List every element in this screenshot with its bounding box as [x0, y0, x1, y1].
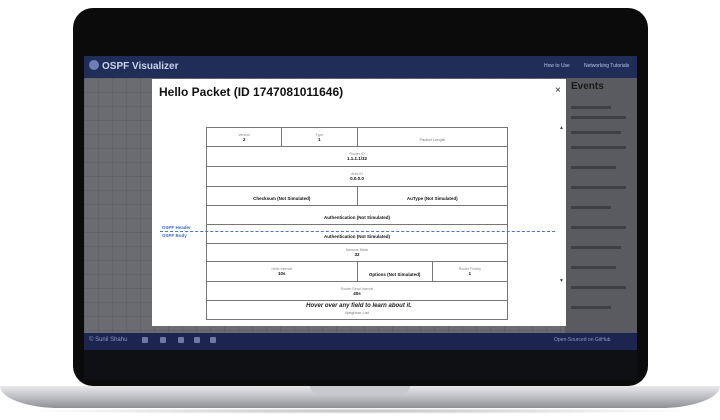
linkedin-icon[interactable]	[160, 337, 166, 343]
event-entry	[571, 206, 611, 209]
laptop-screen: OSPF Visualizer How to Use Networking Tu…	[84, 56, 637, 380]
event-entry	[571, 186, 626, 189]
author-credit: © Sunil Shahu	[89, 337, 128, 343]
field-router-priority[interactable]: Router Priority 1	[431, 261, 509, 282]
share-icon[interactable]	[210, 337, 216, 343]
ospf-header-label: OSPF Header	[162, 225, 191, 230]
field-dead-interval[interactable]: Router Dead Interval 40s	[206, 281, 508, 301]
header-body-divider	[160, 231, 555, 232]
field-type[interactable]: Type 1	[281, 127, 358, 147]
ospf-body-label: OSPF Body	[162, 233, 187, 238]
field-authentication-2[interactable]: Authentication (Not Simulated)	[206, 224, 508, 244]
logo-icon	[89, 60, 99, 70]
event-entry	[571, 286, 626, 289]
github-icon[interactable]	[142, 337, 148, 343]
link-icon[interactable]	[194, 337, 200, 343]
field-packet-length[interactable]: Packet Length	[356, 127, 508, 147]
event-entry	[571, 166, 616, 169]
github-link[interactable]: Open-Sourced on GitHub	[554, 337, 610, 343]
event-entry	[571, 131, 621, 134]
app-header: OSPF Visualizer How to Use Networking Tu…	[84, 56, 637, 78]
event-entry	[571, 226, 626, 229]
field-autype[interactable]: AuType (Not Simulated)	[356, 186, 508, 206]
mail-icon[interactable]	[178, 337, 184, 343]
field-version[interactable]: Version 2	[205, 127, 283, 147]
nav-networking-tutorials[interactable]: Networking Tutorials	[584, 63, 629, 69]
packet-structure-table: Version 2 Type 1 Packet Length Router ID 1.…	[205, 127, 509, 320]
field-checksum[interactable]: Checksum (Not Simulated)	[206, 186, 358, 206]
app-brand[interactable]: OSPF Visualizer	[89, 60, 179, 72]
field-router-id[interactable]: Router ID 1.1.1.1/32	[206, 146, 508, 167]
event-entry	[571, 116, 626, 119]
scroll-up-icon[interactable]: ▲	[559, 125, 564, 131]
field-authentication-1[interactable]: Authentication (Not Simulated)	[206, 205, 508, 225]
packet-modal: Hello Packet (ID 1747081011646) × ▲ ▼ Ve…	[152, 79, 566, 326]
field-area-id[interactable]: Area ID 0.0.0.0	[206, 166, 508, 187]
field-hello-interval[interactable]: Hello Interval 10s	[206, 261, 358, 282]
laptop-notch	[310, 386, 410, 394]
event-entry	[571, 106, 611, 109]
scroll-down-icon[interactable]: ▼	[559, 278, 564, 284]
laptop-shadow	[20, 408, 700, 414]
field-network-mask[interactable]: Network Mask 32	[206, 243, 508, 262]
screen-bezel-bottom	[84, 350, 637, 380]
nav-how-to-use[interactable]: How to Use	[544, 63, 570, 69]
event-entry	[571, 146, 626, 149]
close-icon[interactable]: ×	[555, 85, 561, 96]
field-options[interactable]: Options (Not Simulated)	[356, 261, 433, 282]
modal-title: Hello Packet (ID 1747081011646)	[159, 85, 344, 99]
events-title: Events	[571, 81, 604, 92]
event-entry	[571, 306, 611, 309]
event-entry	[571, 246, 621, 249]
app-title: OSPF Visualizer	[102, 61, 179, 72]
hover-hint: Hover over any field to learn about it.	[306, 303, 412, 309]
event-entry	[571, 266, 616, 269]
